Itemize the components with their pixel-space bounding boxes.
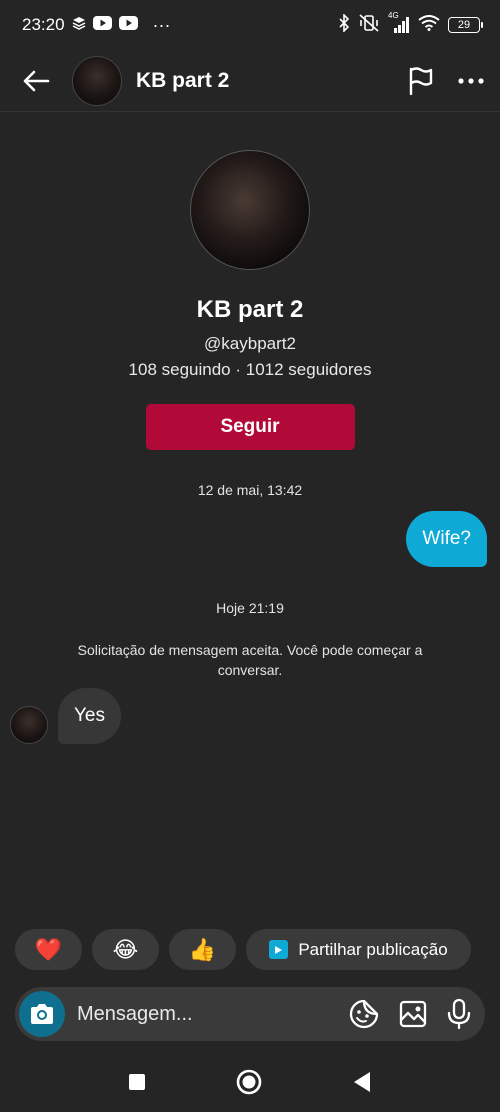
- wifi-icon: [418, 14, 440, 36]
- recents-icon: [129, 1074, 145, 1090]
- profile-card: KB part 2 @kaybpart2 108 seguindo · 1012…: [0, 150, 500, 450]
- header-avatar[interactable]: [72, 55, 122, 106]
- vibrate-off-icon: [358, 13, 380, 37]
- layers-icon: [72, 15, 86, 35]
- signal-icon: 4G: [388, 11, 410, 33]
- camera-button[interactable]: [19, 991, 65, 1037]
- header-title[interactable]: KB part 2: [136, 69, 408, 93]
- recents-button[interactable]: [128, 1073, 146, 1091]
- profile-name: KB part 2: [196, 296, 304, 323]
- composer-actions: [349, 998, 471, 1030]
- system-message: Solicitação de mensagem aceita. Você pod…: [77, 642, 423, 678]
- sender-avatar[interactable]: [10, 706, 48, 744]
- share-post-icon: [269, 940, 289, 959]
- sticker-icon: [349, 999, 379, 1029]
- share-post-label: Partilhar publicação: [298, 939, 448, 959]
- system-nav-bar: [0, 1052, 500, 1112]
- report-button[interactable]: [408, 66, 434, 95]
- more-icon: [458, 77, 484, 84]
- back-arrow-icon: [23, 70, 50, 91]
- more-button[interactable]: [458, 77, 484, 84]
- youtube-icon: [92, 15, 112, 35]
- chat-header: KB part 2: [0, 50, 500, 112]
- network-type: 4G: [388, 11, 399, 20]
- profile-handle: @kaybpart2: [204, 334, 296, 353]
- share-post-button[interactable]: Partilhar publicação: [246, 929, 471, 970]
- message-timestamp: 12 de mai, 13:42: [197, 482, 303, 498]
- gallery-button[interactable]: [399, 1000, 427, 1028]
- status-time: 23:20: [22, 15, 65, 34]
- home-icon: [236, 1069, 262, 1095]
- bluetooth-icon: [338, 12, 350, 37]
- voice-message-button[interactable]: [447, 998, 471, 1030]
- status-left: 23:20 ···: [22, 15, 171, 36]
- home-button[interactable]: [236, 1069, 262, 1095]
- follow-button[interactable]: Seguir: [145, 404, 355, 450]
- sent-message-bubble[interactable]: Wife?: [406, 511, 487, 567]
- header-actions: [408, 66, 484, 95]
- gallery-icon: [399, 1000, 427, 1028]
- received-message-bubble[interactable]: Yes: [58, 688, 121, 744]
- status-more: ···: [152, 14, 171, 35]
- sticker-button[interactable]: [349, 999, 379, 1029]
- back-nav-button[interactable]: [352, 1071, 372, 1093]
- quick-reply-laugh[interactable]: 😂: [92, 929, 159, 970]
- microphone-icon: [447, 998, 471, 1030]
- back-button[interactable]: [20, 65, 52, 97]
- message-composer: [15, 987, 485, 1041]
- quick-reply-heart[interactable]: ❤️: [15, 929, 82, 970]
- message-input[interactable]: [77, 1002, 349, 1026]
- flag-icon: [409, 66, 433, 95]
- message-timestamp: Hoje 21:19: [216, 600, 284, 616]
- status-bar: 23:20 ··· 4G 29: [0, 0, 500, 50]
- battery-icon: 29: [448, 17, 483, 33]
- status-right: 4G 29: [338, 11, 483, 37]
- profile-stats: 108 seguindo · 1012 seguidores: [128, 360, 372, 379]
- profile-avatar[interactable]: [190, 150, 310, 270]
- youtube-icon: [118, 15, 138, 35]
- camera-icon: [31, 1004, 53, 1024]
- quick-replies: ❤️ 😂 👍 Partilhar publicação: [15, 929, 471, 970]
- back-triangle-icon: [354, 1072, 370, 1092]
- quick-reply-thumbs-up[interactable]: 👍: [169, 929, 236, 970]
